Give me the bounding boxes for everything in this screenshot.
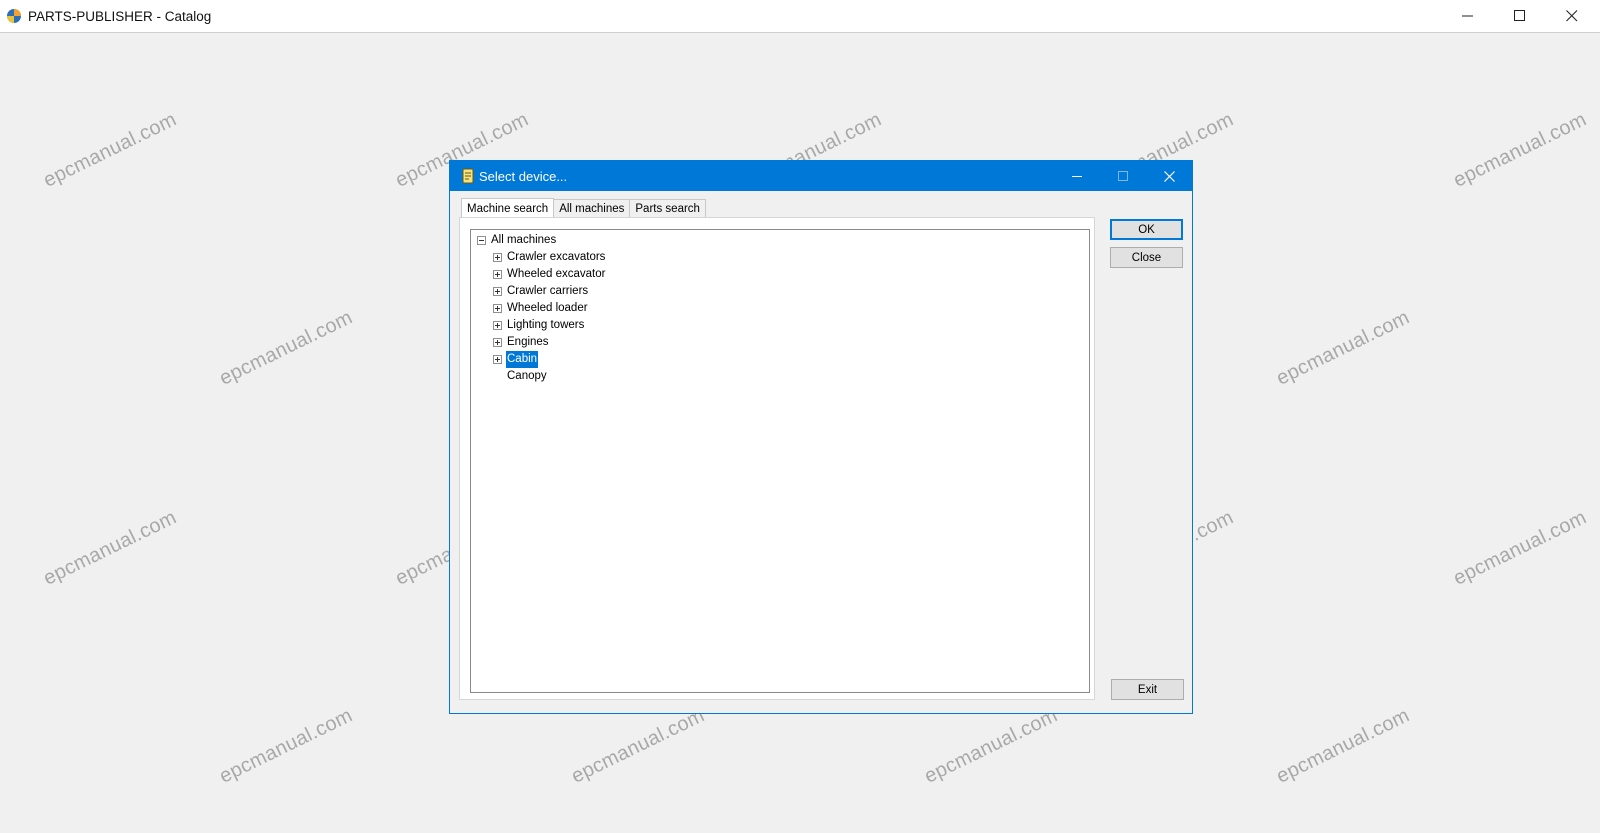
watermark: epcmanual.com bbox=[921, 704, 1062, 788]
exit-button[interactable]: Exit bbox=[1111, 679, 1184, 700]
tab-strip: Machine search All machines Parts search bbox=[461, 198, 706, 218]
tree-item-cabin[interactable]: Cabin bbox=[471, 351, 1071, 368]
tree-item-lighting-towers[interactable]: Lighting towers bbox=[471, 317, 1071, 334]
close-button[interactable]: Close bbox=[1110, 247, 1183, 268]
tree-item-label[interactable]: Lighting towers bbox=[506, 317, 585, 334]
ok-button[interactable]: OK bbox=[1110, 219, 1183, 240]
tab-all-machines[interactable]: All machines bbox=[553, 199, 631, 217]
watermark: epcmanual.com bbox=[1450, 506, 1591, 590]
expand-icon[interactable] bbox=[493, 253, 502, 262]
maximize-icon bbox=[1117, 170, 1128, 181]
close-icon bbox=[1163, 170, 1175, 182]
dialog-app-icon bbox=[460, 168, 476, 184]
machine-search-panel: All machines Crawler excavators Wheeled … bbox=[459, 217, 1095, 700]
minimize-button[interactable] bbox=[1442, 0, 1494, 32]
tree-item-engines[interactable]: Engines bbox=[471, 334, 1071, 351]
watermark: epcmanual.com bbox=[568, 704, 709, 788]
tab-parts-search[interactable]: Parts search bbox=[629, 199, 706, 217]
expand-icon[interactable] bbox=[493, 287, 502, 296]
watermark: epcmanual.com bbox=[216, 306, 357, 390]
watermark: epcmanual.com bbox=[40, 506, 181, 590]
tree-item-label[interactable]: Crawler carriers bbox=[506, 283, 589, 300]
expand-icon[interactable] bbox=[493, 338, 502, 347]
close-window-button[interactable] bbox=[1546, 0, 1598, 32]
tree-item-crawler-excavators[interactable]: Crawler excavators bbox=[471, 249, 1071, 266]
select-device-dialog: Select device... Machine search All mach… bbox=[449, 160, 1193, 714]
watermark: epcmanual.com bbox=[1273, 306, 1414, 390]
dialog-title: Select device... bbox=[479, 169, 568, 184]
expand-icon[interactable] bbox=[493, 355, 502, 364]
tree-item-canopy[interactable]: Canopy bbox=[471, 368, 1071, 385]
expand-icon[interactable] bbox=[493, 270, 502, 279]
tree-item-wheeled-loader[interactable]: Wheeled loader bbox=[471, 300, 1071, 317]
machine-tree[interactable]: All machines Crawler excavators Wheeled … bbox=[470, 229, 1090, 693]
app-title: PARTS-PUBLISHER - Catalog bbox=[28, 9, 212, 24]
expand-icon[interactable] bbox=[493, 321, 502, 330]
tree-item-label[interactable]: Wheeled excavator bbox=[506, 266, 606, 283]
tree-item-crawler-carriers[interactable]: Crawler carriers bbox=[471, 283, 1071, 300]
dialog-titlebar[interactable]: Select device... bbox=[450, 161, 1192, 191]
watermark: epcmanual.com bbox=[40, 108, 181, 192]
maximize-icon bbox=[1514, 10, 1525, 21]
close-icon bbox=[1566, 10, 1578, 22]
tree-item-label[interactable]: Engines bbox=[506, 334, 550, 351]
maximize-button[interactable] bbox=[1494, 0, 1546, 32]
minimize-icon bbox=[1462, 15, 1473, 17]
tree-root-label[interactable]: All machines bbox=[490, 232, 557, 249]
tree-item-label[interactable]: Wheeled loader bbox=[506, 300, 589, 317]
dialog-minimize-button[interactable] bbox=[1054, 161, 1100, 191]
tree-item-label-selected[interactable]: Cabin bbox=[506, 351, 539, 368]
dialog-close-button[interactable] bbox=[1146, 161, 1192, 191]
watermark: epcmanual.com bbox=[1450, 108, 1591, 192]
tree-item-label[interactable]: Crawler excavators bbox=[506, 249, 606, 266]
expand-icon[interactable] bbox=[493, 304, 502, 313]
tree-item-label[interactable]: Canopy bbox=[506, 368, 548, 385]
tab-machine-search[interactable]: Machine search bbox=[461, 198, 555, 218]
watermark: epcmanual.com bbox=[216, 704, 357, 788]
dialog-maximize-button[interactable] bbox=[1100, 161, 1146, 191]
minimize-icon bbox=[1071, 175, 1082, 177]
tree-item-wheeled-excavator[interactable]: Wheeled excavator bbox=[471, 266, 1071, 283]
collapse-icon[interactable] bbox=[477, 236, 486, 245]
app-titlebar: PARTS-PUBLISHER - Catalog bbox=[0, 0, 1600, 33]
tree-root-row[interactable]: All machines bbox=[471, 232, 1071, 249]
app-logo-icon bbox=[6, 8, 22, 24]
watermark: epcmanual.com bbox=[1273, 704, 1414, 788]
